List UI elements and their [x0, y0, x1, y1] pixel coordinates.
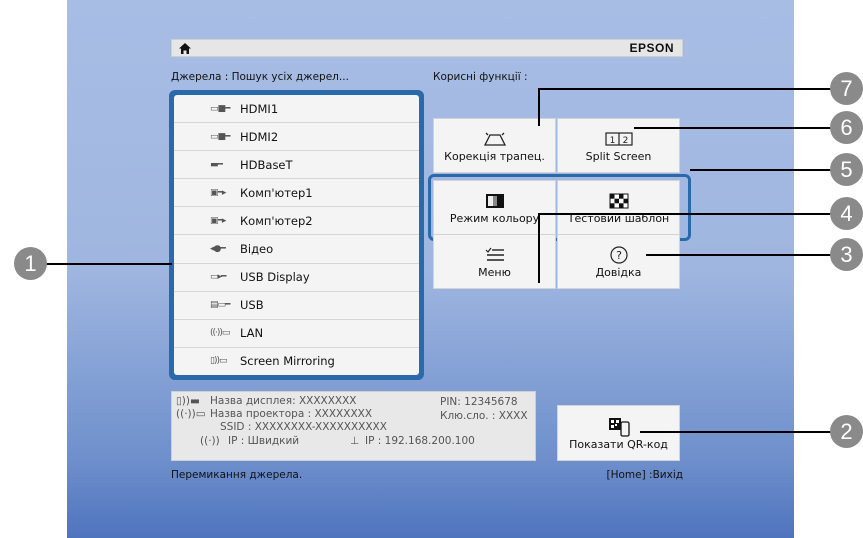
source-item-label: USB	[240, 298, 264, 313]
ip-address: IP : 192.168.200.100	[365, 435, 475, 447]
keyword: Клю.сло. : XXXX	[440, 410, 528, 422]
projector-name: Назва проектора : XXXXXXXX	[210, 408, 373, 420]
hdbaset-icon: ▬━	[210, 159, 223, 170]
source-item-label: Відео	[240, 242, 274, 257]
status-bar: Перемикання джерела. [Home] :Вихід	[171, 469, 683, 485]
source-item-label: Screen Mirroring	[240, 354, 335, 369]
brand-logo: EPSON	[629, 41, 674, 55]
callout-3-line	[646, 254, 838, 256]
ip-mode: IP : Швидкий	[228, 435, 300, 447]
source-item[interactable]: ▭■━ HDMI1	[174, 95, 419, 124]
help-button[interactable]: ? Довідка	[557, 234, 680, 289]
callout-3: 3	[830, 238, 863, 271]
source-item[interactable]: ((·))▭ LAN	[174, 320, 419, 348]
status-hint: Перемикання джерела.	[171, 469, 303, 481]
home-icon[interactable]	[178, 42, 192, 55]
callout-2-line	[640, 431, 838, 433]
wired-small-icon: ⊥	[350, 435, 360, 447]
help-label: Довідка	[595, 266, 642, 279]
screen-mirroring-icon: ▯))▭	[210, 356, 227, 367]
svg-text:2: 2	[622, 136, 628, 146]
source-item-label: Комп'ютер1	[240, 185, 313, 200]
test-pattern-icon	[609, 193, 628, 209]
callout-7-line	[538, 88, 838, 90]
source-item[interactable]: ▯))▭ Screen Mirroring	[174, 348, 419, 375]
sources-label: Джерела : Пошук усіх джерел...	[171, 71, 349, 83]
qr-code-icon	[608, 417, 630, 437]
svg-text:?: ?	[616, 249, 622, 262]
keystone-button[interactable]: Корекція трапец.	[433, 118, 556, 173]
menu-label: Меню	[478, 266, 511, 279]
lan-icon: ((·))▭	[210, 328, 230, 339]
source-item-label: USB Display	[240, 270, 310, 285]
callout-5-line	[690, 169, 838, 171]
usb-icon: ▤▭━	[210, 300, 230, 311]
source-item-label: HDMI2	[240, 129, 279, 144]
callout-6-line	[634, 127, 838, 129]
callout-4-line	[538, 213, 838, 215]
display-name: Назва дисплея: XXXXXXXX	[210, 395, 357, 407]
keystone-label: Корекція трапец.	[444, 150, 545, 163]
source-item[interactable]: ▣━▸ Комп'ютер2	[174, 207, 419, 236]
split-screen-icon: 1 2	[604, 132, 633, 146]
home-exit-hint: [Home] :Вихід	[606, 469, 684, 481]
callout-6: 6	[830, 111, 863, 144]
callout-7-line-vertical	[538, 88, 540, 126]
keystone-icon	[483, 132, 506, 146]
source-item-label: LAN	[240, 326, 264, 341]
split-screen-label: Split Screen	[585, 150, 652, 163]
source-list: ▭■━ HDMI1 ▭■━ HDMI2 ▬━ HDBaseT ▣━▸ Комп'ютер1 ▣━…	[174, 95, 419, 375]
menu-list-icon	[485, 247, 504, 261]
color-mode-label: Режим кольору	[449, 212, 540, 225]
callout-4: 4	[830, 197, 863, 230]
show-qr-button[interactable]: Показати QR-код	[557, 405, 680, 461]
callout-7: 7	[830, 72, 863, 105]
source-item[interactable]: ▣━▸ Комп'ютер1	[174, 179, 419, 208]
source-item[interactable]: ▭■━ HDMI2	[174, 123, 419, 152]
ssid: SSID : XXXXXXXX-XXXXXXXXXX	[220, 421, 387, 433]
source-item[interactable]: ◂●━ Відео	[174, 235, 419, 264]
source-item[interactable]: ▭▸━ USB Display	[174, 264, 419, 292]
title-bar: EPSON	[171, 39, 683, 57]
pin: PIN: 12345678	[440, 396, 518, 408]
callout-5: 5	[830, 153, 863, 186]
source-item[interactable]: ▬━ HDBaseT	[174, 151, 419, 180]
source-item-label: HDMI1	[240, 101, 279, 116]
callout-1: 1	[14, 247, 47, 280]
screen-mirroring-small-icon: ▯))▬	[176, 395, 200, 407]
help-icon: ?	[609, 246, 628, 264]
show-qr-label: Показати QR-код	[569, 437, 668, 451]
callout-4-line-vertical	[538, 213, 540, 283]
vga-icon: ▣━▸	[210, 187, 226, 198]
usb-display-icon: ▭▸━	[210, 272, 226, 283]
video-icon: ◂●━	[210, 244, 226, 255]
source-item-label: HDBaseT	[240, 157, 293, 172]
callout-2: 2	[830, 415, 863, 448]
lan-small-icon: ((·))▭	[176, 408, 206, 420]
wireless-small-icon: ((·))	[200, 435, 220, 447]
source-item[interactable]: ▤▭━ USB	[174, 292, 419, 320]
source-list-panel: ▭■━ HDMI1 ▭■━ HDMI2 ▬━ HDBaseT ▣━▸ Комп'ютер1 ▣━…	[169, 90, 424, 380]
functions-label: Корисні функції :	[433, 71, 528, 83]
network-info-panel: ▯))▬ Назва дисплея: XXXXXXXX ((·))▭ Назв…	[171, 391, 536, 461]
svg-text:1: 1	[609, 136, 615, 146]
callout-1-line	[44, 263, 172, 265]
test-pattern-button[interactable]: Тестовий шаблон	[557, 180, 680, 235]
vga-icon: ▣━▸	[210, 215, 226, 226]
hdmi-icon: ▭■━	[210, 103, 230, 114]
hdmi-icon: ▭■━	[210, 131, 230, 142]
color-mode-icon	[485, 194, 504, 208]
source-item-label: Комп'ютер2	[240, 213, 313, 228]
